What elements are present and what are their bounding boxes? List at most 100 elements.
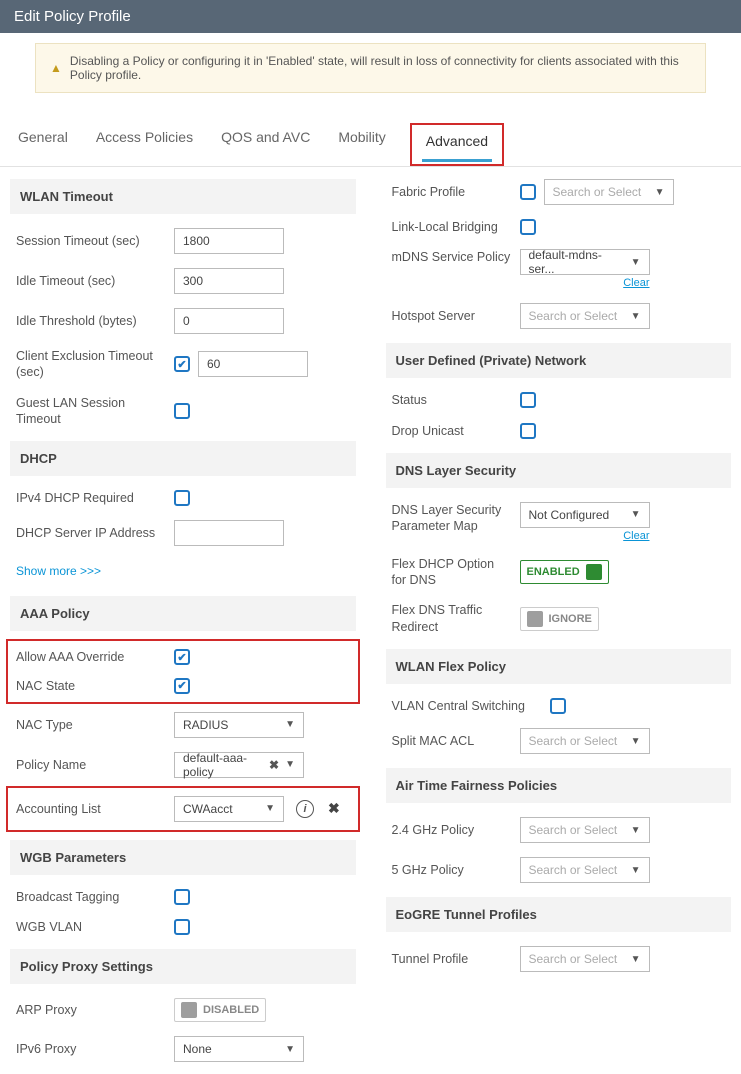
checkbox-allow-aaa[interactable] [174,649,190,665]
checkbox-nac-state[interactable] [174,678,190,694]
select-split-mac[interactable]: Search or Select ▼ [520,728,650,754]
chevron-down-icon: ▼ [631,865,641,876]
row-ipv6-proxy: IPv6 Proxy None ▼ [10,1030,356,1068]
tab-bar: General Access Policies QOS and AVC Mobi… [0,113,741,167]
select-fabric-profile[interactable]: Search or Select ▼ [544,179,674,205]
section-wlan-timeout: WLAN Timeout [10,179,356,214]
checkbox-guest-lan[interactable] [174,403,190,419]
row-nac-type: NAC Type RADIUS ▼ [10,706,356,744]
row-tunnel: Tunnel Profile Search or Select ▼ [386,940,732,978]
row-hotspot: Hotspot Server Search or Select ▼ [386,297,732,335]
toggle-flex-dhcp[interactable]: ENABLED [520,560,609,584]
label-broadcast-tagging: Broadcast Tagging [16,889,166,905]
checkbox-client-exclusion[interactable] [174,356,190,372]
dialog-header: Edit Policy Profile [0,0,741,33]
label-24ghz: 2.4 GHz Policy [392,822,512,838]
select-5ghz[interactable]: Search or Select ▼ [520,857,650,883]
label-5ghz: 5 GHz Policy [392,862,512,878]
remove-icon[interactable]: ✖ [328,800,340,817]
clear-x-icon[interactable]: ✖ [269,758,279,772]
chevron-down-icon: ▼ [631,954,641,965]
tab-general[interactable]: General [14,123,72,166]
tab-advanced[interactable]: Advanced [422,127,492,162]
label-vlan-central: VLAN Central Switching [392,698,542,714]
checkbox-drop-unicast[interactable] [520,423,536,439]
row-broadcast-tagging: Broadcast Tagging [10,883,356,911]
checkbox-broadcast-tagging[interactable] [174,889,190,905]
label-session-timeout: Session Timeout (sec) [16,233,166,249]
row-status: Status [386,386,732,414]
input-client-exclusion[interactable] [198,351,308,377]
select-ipv6-proxy[interactable]: None ▼ [174,1036,304,1062]
alert-banner: ▲ Disabling a Policy or configuring it i… [35,43,706,93]
select-mdns[interactable]: default-mdns-ser... ▼ [520,249,650,275]
row-session-timeout: Session Timeout (sec) [10,222,356,260]
row-split-mac: Split MAC ACL Search or Select ▼ [386,722,732,760]
highlight-aaa-override: Allow AAA Override NAC State [6,639,360,704]
label-hotspot: Hotspot Server [392,308,512,324]
chevron-down-icon: ▼ [285,1044,295,1055]
info-icon[interactable]: i [296,800,314,818]
label-tunnel: Tunnel Profile [392,951,512,967]
row-accounting-list: Accounting List CWAacct ▼ i ✖ [10,790,356,828]
label-mdns: mDNS Service Policy [392,249,512,265]
mdns-control-group: default-mdns-ser... ▼ Clear [520,249,650,289]
clear-dns-link[interactable]: Clear [520,530,650,542]
label-guest-lan: Guest LAN Session Timeout [16,395,166,428]
label-nac-type: NAC Type [16,717,166,733]
checkbox-status[interactable] [520,392,536,408]
input-dhcp-server[interactable] [174,520,284,546]
clear-mdns-link[interactable]: Clear [520,277,650,289]
row-mdns: mDNS Service Policy default-mdns-ser... … [386,243,732,295]
section-udn: User Defined (Private) Network [386,343,732,378]
chevron-down-icon: ▼ [631,509,641,520]
select-nac-type[interactable]: RADIUS ▼ [174,712,304,738]
label-accounting-list: Accounting List [16,801,166,817]
label-idle-timeout: Idle Timeout (sec) [16,273,166,289]
select-split-mac-placeholder: Search or Select [529,734,618,748]
select-policy-name[interactable]: default-aaa-policy ✖ ▼ [174,752,304,778]
label-drop-unicast: Drop Unicast [392,423,512,439]
section-eogre: EoGRE Tunnel Profiles [386,897,732,932]
tab-access-policies[interactable]: Access Policies [92,123,197,166]
checkbox-fabric-profile[interactable] [520,184,536,200]
toggle-arp-proxy[interactable]: DISABLED [174,998,266,1022]
row-flex-dhcp: Flex DHCP Option for DNS ENABLED [386,550,732,595]
section-wgb: WGB Parameters [10,840,356,875]
right-column: Fabric Profile Search or Select ▼ Link-L… [386,173,732,1068]
tab-qos-avc[interactable]: QOS and AVC [217,123,314,166]
toggle-arp-proxy-value: DISABLED [203,1004,259,1016]
toggle-flex-dns[interactable]: IGNORE [520,607,599,631]
input-idle-threshold[interactable] [174,308,284,334]
select-dns-param-value: Not Configured [529,508,610,522]
select-accounting-list[interactable]: CWAacct ▼ [174,796,284,822]
tab-mobility[interactable]: Mobility [334,123,389,166]
select-24ghz[interactable]: Search or Select ▼ [520,817,650,843]
row-arp-proxy: ARP Proxy DISABLED [10,992,356,1028]
select-tunnel[interactable]: Search or Select ▼ [520,946,650,972]
warning-icon: ▲ [50,61,62,75]
row-client-exclusion: Client Exclusion Timeout (sec) [10,342,356,387]
show-more-link[interactable]: Show more >>> [10,554,356,588]
checkbox-wgb-vlan[interactable] [174,919,190,935]
section-wlan-flex: WLAN Flex Policy [386,649,732,684]
toggle-switch-icon [181,1002,197,1018]
input-idle-timeout[interactable] [174,268,284,294]
label-flex-dns: Flex DNS Traffic Redirect [392,602,512,635]
select-hotspot[interactable]: Search or Select ▼ [520,303,650,329]
row-24ghz: 2.4 GHz Policy Search or Select ▼ [386,811,732,849]
label-flex-dhcp: Flex DHCP Option for DNS [392,556,512,589]
dns-param-control-group: Not Configured ▼ Clear [520,502,650,542]
toggle-flex-dhcp-value: ENABLED [527,566,580,578]
checkbox-ipv4-required[interactable] [174,490,190,506]
chevron-down-icon: ▼ [655,187,665,198]
row-idle-threshold: Idle Threshold (bytes) [10,302,356,340]
highlight-accounting-list: Accounting List CWAacct ▼ i ✖ [6,786,360,832]
input-session-timeout[interactable] [174,228,284,254]
checkbox-link-local[interactable] [520,219,536,235]
label-fabric-profile: Fabric Profile [392,184,512,200]
select-dns-param[interactable]: Not Configured ▼ [520,502,650,528]
chevron-down-icon: ▼ [265,803,275,814]
section-proxy: Policy Proxy Settings [10,949,356,984]
checkbox-vlan-central[interactable] [550,698,566,714]
